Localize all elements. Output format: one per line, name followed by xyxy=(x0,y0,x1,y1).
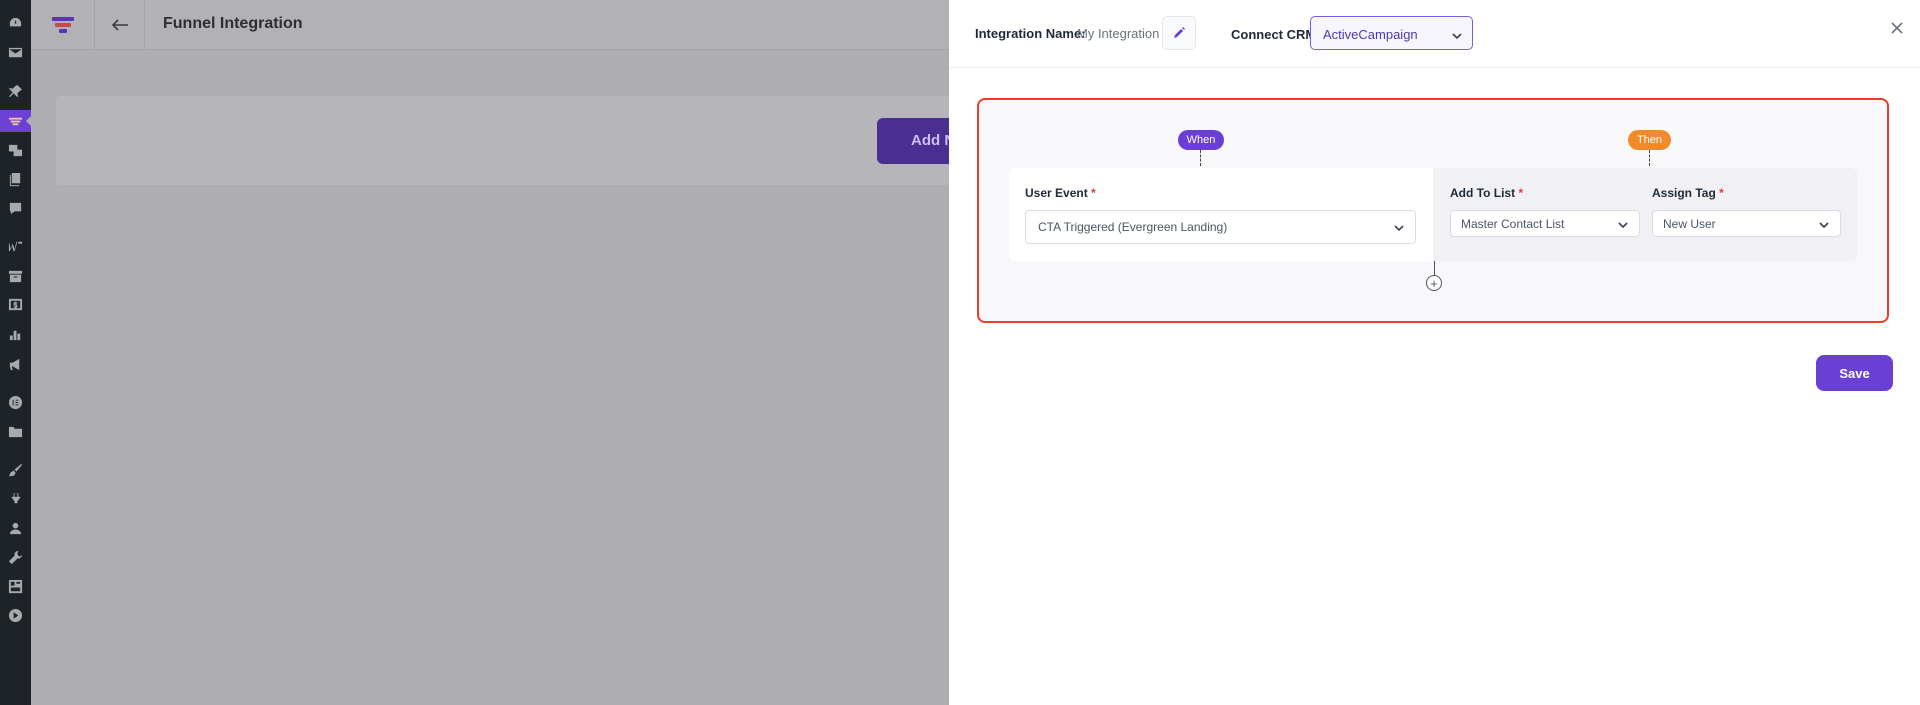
required-mark: * xyxy=(1091,186,1096,200)
chevron-down-icon xyxy=(1452,29,1462,40)
add-to-list-label-text: Add To List xyxy=(1450,186,1516,200)
when-card: User Event * CTA Triggered (Evergreen La… xyxy=(1009,168,1433,261)
chevron-down-icon xyxy=(1618,219,1628,229)
user-event-label-text: User Event xyxy=(1025,186,1088,200)
comments-icon[interactable] xyxy=(7,200,23,216)
media-icon[interactable] xyxy=(7,142,23,158)
funnel-icon[interactable] xyxy=(7,113,23,129)
required-mark: * xyxy=(1719,186,1724,200)
close-icon[interactable] xyxy=(1889,20,1905,36)
folder-icon[interactable] xyxy=(7,423,23,439)
save-button[interactable]: Save xyxy=(1816,355,1893,391)
required-mark: * xyxy=(1518,186,1524,200)
crm-select[interactable]: ActiveCampaign xyxy=(1310,16,1473,50)
user-event-value: CTA Triggered (Evergreen Landing) xyxy=(1038,220,1228,234)
add-to-list-select[interactable]: Master Contact List xyxy=(1450,210,1640,237)
integration-name-value: My Integration xyxy=(1077,26,1160,41)
layout-icon[interactable] xyxy=(7,578,23,594)
when-badge: When xyxy=(1178,130,1224,150)
play-icon[interactable] xyxy=(7,607,23,623)
then-card: Add To List * Master Contact List Assign… xyxy=(1433,168,1857,261)
mail-icon[interactable] xyxy=(7,44,23,60)
app-logo xyxy=(31,0,95,50)
add-step-button[interactable]: + xyxy=(1426,275,1442,291)
brush-icon[interactable] xyxy=(7,462,23,478)
connect-crm-label: Connect CRM xyxy=(1231,27,1317,42)
megaphone-icon[interactable] xyxy=(7,356,23,372)
plus-icon: + xyxy=(1430,275,1438,291)
user-event-select[interactable]: CTA Triggered (Evergreen Landing) xyxy=(1025,210,1416,244)
assign-tag-label-text: Assign Tag xyxy=(1652,186,1716,200)
funnel-logo-icon xyxy=(51,17,74,33)
pin-icon[interactable] xyxy=(7,83,23,99)
integration-drawer: Integration Name: My Integration Connect… xyxy=(949,0,1920,705)
dashboard-icon[interactable] xyxy=(7,15,23,31)
edit-name-button[interactable] xyxy=(1162,16,1196,50)
admin-sidebar-active-arrow xyxy=(26,116,31,126)
when-connector xyxy=(1200,150,1201,166)
assign-tag-label: Assign Tag * xyxy=(1652,186,1724,200)
archive-icon[interactable] xyxy=(7,268,23,284)
add-to-list-value: Master Contact List xyxy=(1461,216,1565,231)
integration-name-label: Integration Name: xyxy=(975,26,1086,41)
back-arrow-icon[interactable] xyxy=(95,0,145,50)
plugin-icon[interactable] xyxy=(7,491,23,507)
chevron-down-icon xyxy=(1394,222,1404,232)
integration-flow-box: When Then User Event * CTA Triggered (Ev… xyxy=(977,98,1889,323)
dollar-icon[interactable] xyxy=(7,296,23,312)
page-title: Funnel Integration xyxy=(163,15,303,32)
add-to-list-label: Add To List * xyxy=(1450,186,1523,200)
admin-sidebar xyxy=(0,0,31,705)
pages-icon[interactable] xyxy=(7,171,23,187)
pencil-icon xyxy=(1174,27,1185,38)
crm-select-value: ActiveCampaign xyxy=(1323,27,1418,42)
wrench-icon[interactable] xyxy=(7,549,23,565)
then-connector xyxy=(1649,150,1650,166)
woo-icon[interactable] xyxy=(7,237,23,253)
assign-tag-select[interactable]: New User xyxy=(1652,210,1841,237)
then-badge: Then xyxy=(1628,130,1671,150)
add-step-connector xyxy=(1434,261,1435,275)
analytics-icon[interactable] xyxy=(7,326,23,342)
user-event-label: User Event * xyxy=(1025,186,1096,200)
elementor-icon[interactable] xyxy=(7,394,23,410)
assign-tag-value: New User xyxy=(1663,216,1716,231)
chevron-down-icon xyxy=(1819,219,1829,229)
user-icon[interactable] xyxy=(7,520,23,536)
